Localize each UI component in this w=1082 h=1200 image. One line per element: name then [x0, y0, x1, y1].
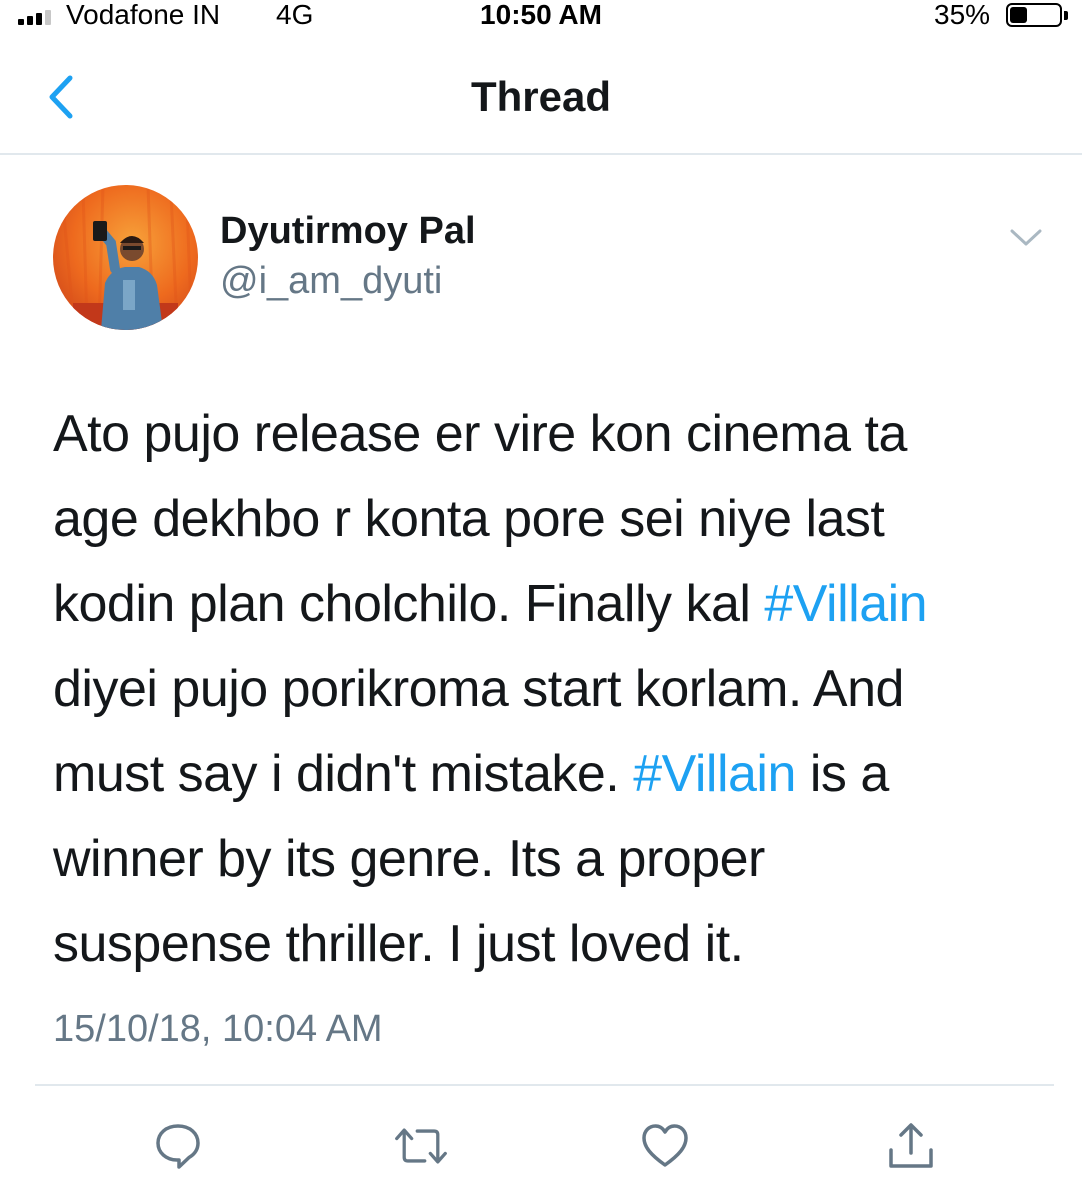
- chevron-down-icon: [1010, 229, 1042, 246]
- retweet-icon: [395, 1128, 447, 1164]
- tweet-text-line: age dekhbo r konta pore sei niye last: [53, 477, 1053, 562]
- tweet-text-line: must say i didn't mistake. #Villain is a: [53, 732, 1053, 817]
- hashtag-link[interactable]: #Villain: [764, 575, 927, 633]
- tweet-text-segment: kodin plan cholchilo. Finally kal: [53, 575, 765, 633]
- status-bar: Vodafone IN 4G 10:50 AM 35%: [0, 0, 1082, 34]
- tweet-text-line: diyei pujo porikroma start korlam. And: [53, 647, 1053, 732]
- nav-bar: Thread: [0, 34, 1082, 155]
- page-title: Thread: [470, 73, 612, 120]
- reply-button[interactable]: [150, 1118, 206, 1174]
- battery-icon: [1006, 3, 1062, 27]
- author-name[interactable]: Dyutirmoy Pal: [220, 208, 476, 254]
- tweet-text-segment: age dekhbo r konta pore sei niye last: [53, 490, 885, 548]
- battery-tip: [1064, 11, 1068, 20]
- tweet-text-segment: suspense thriller. I just loved it.: [53, 915, 744, 973]
- profile-photo: [53, 185, 198, 330]
- tweet-text-line: kodin plan cholchilo. Finally kal #Villa…: [53, 562, 1053, 647]
- share-icon: [889, 1123, 933, 1168]
- tweet-text: Ato pujo release er vire kon cinema ta ag…: [53, 392, 1053, 987]
- author-handle[interactable]: @i_am_dyuti: [220, 258, 442, 304]
- tweet-text-segment: winner by its genre. Its a proper: [53, 830, 765, 888]
- tweet-text-line: suspense thriller. I just loved it.: [53, 902, 1053, 987]
- avatar[interactable]: [53, 185, 198, 330]
- tweet-text-segment: must say i didn't mistake.: [53, 745, 634, 803]
- hashtag-link[interactable]: #Villain: [633, 745, 796, 803]
- tweet-text-line: Ato pujo release er vire kon cinema ta: [53, 392, 1053, 477]
- reply-icon: [156, 1124, 200, 1169]
- tweet-timestamp: 15/10/18, 10:04 AM: [53, 1008, 383, 1050]
- battery-percent: 35%: [934, 0, 991, 30]
- tweet-text-segment: Ato pujo release er vire kon cinema ta: [53, 405, 907, 463]
- like-button[interactable]: [637, 1118, 693, 1174]
- tweet-text-segment: diyei pujo porikroma start korlam. And: [53, 660, 904, 718]
- tweet-text-line: winner by its genre. Its a proper: [53, 817, 1053, 902]
- status-time: 10:50 AM: [480, 0, 602, 30]
- tweet-text-segment: is a: [795, 745, 889, 803]
- heart-icon: [642, 1124, 688, 1167]
- divider: [35, 1084, 1054, 1086]
- retweet-button[interactable]: [393, 1118, 449, 1174]
- share-button[interactable]: [883, 1118, 939, 1174]
- more-options-button[interactable]: [1006, 222, 1046, 252]
